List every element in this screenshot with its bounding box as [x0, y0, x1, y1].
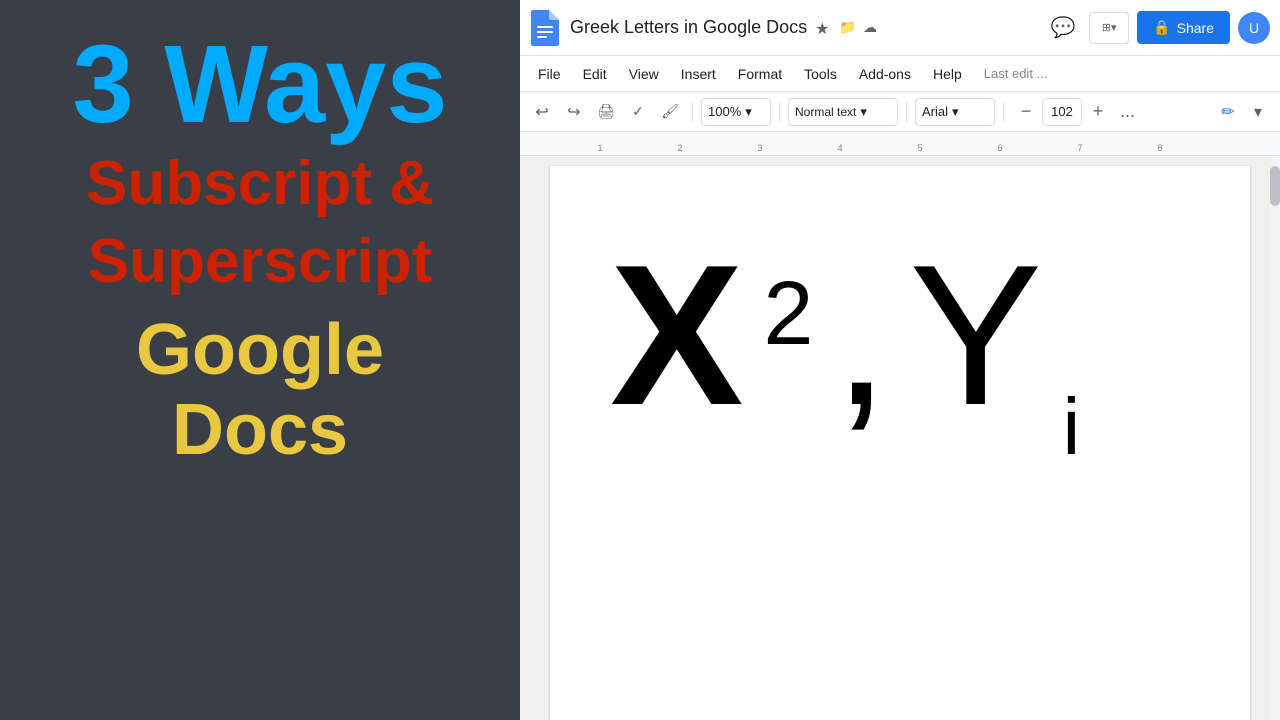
ruler-mark-3: 3 — [757, 143, 762, 153]
avatar[interactable]: U — [1238, 12, 1270, 44]
menu-file[interactable]: File — [528, 62, 571, 86]
redo-btn[interactable]: ↪ — [560, 98, 588, 126]
superscript-label: Superscript — [20, 228, 500, 296]
star-icon[interactable]: ★ — [815, 19, 833, 37]
toolbar-divider-4 — [1003, 102, 1004, 122]
menu-help[interactable]: Help — [923, 62, 972, 86]
toolbar-divider-1 — [692, 102, 693, 122]
font-size-area: − 102 + — [1012, 98, 1112, 126]
menu-format[interactable]: Format — [728, 62, 792, 86]
menu-view[interactable]: View — [619, 62, 669, 86]
doc-title-row: Greek Letters in Google Docs ★ 📁 ☁ — [570, 17, 1035, 38]
big-y-char: Y — [909, 236, 1042, 436]
google-label: Google — [20, 311, 500, 390]
paint-btn[interactable]: 🖌 — [656, 98, 684, 126]
docs-logo — [530, 9, 560, 47]
print-btn[interactable]: 🖨 — [592, 98, 620, 126]
title-bar-right: 💬 ⊞▾ 🔒 Share U — [1045, 10, 1270, 46]
ruler-mark-2: 2 — [677, 143, 682, 153]
ruler-mark-5: 5 — [917, 143, 922, 153]
undo-btn[interactable]: ↩ — [528, 98, 556, 126]
menu-bar: File Edit View Insert Format Tools Add-o… — [520, 56, 1280, 92]
docs-label: Docs — [20, 391, 500, 470]
subscript-label: Subscript & — [20, 150, 500, 218]
zoom-select[interactable]: 100% ▾ — [701, 98, 771, 126]
edit-pencil-btn[interactable]: ✏ — [1214, 98, 1242, 126]
lock-icon: 🔒 — [1153, 19, 1170, 36]
scrollbar-right[interactable] — [1270, 156, 1280, 720]
font-size-value[interactable]: 102 — [1042, 98, 1082, 126]
font-size-decrease-btn[interactable]: − — [1012, 98, 1040, 126]
share-button[interactable]: 🔒 Share — [1137, 11, 1230, 44]
scrollbar-thumb[interactable] — [1270, 166, 1280, 206]
edit-btns: ✏ ▾ — [1214, 98, 1272, 126]
right-panel: Greek Letters in Google Docs ★ 📁 ☁ 💬 ⊞▾ … — [520, 0, 1280, 720]
title-bar: Greek Letters in Google Docs ★ 📁 ☁ 💬 ⊞▾ … — [520, 0, 1280, 56]
ways-title: 3 Ways — [20, 30, 500, 140]
font-chevron: ▾ — [952, 104, 959, 120]
edit-chevron-btn[interactable]: ▾ — [1244, 98, 1272, 126]
title-section: Greek Letters in Google Docs ★ 📁 ☁ — [570, 17, 1035, 38]
zoom-value: 100% — [708, 104, 741, 119]
toolbar: ↩ ↪ 🖨 ✓ 🖌 100% ▾ Normal text ▾ Arial ▾ −… — [520, 92, 1280, 132]
font-select[interactable]: Arial ▾ — [915, 98, 995, 126]
comment-icon-btn[interactable]: 💬 — [1045, 10, 1081, 46]
style-value: Normal text — [795, 105, 856, 119]
left-panel: 3 Ways Subscript & Superscript Google Do… — [0, 0, 520, 720]
superscript-char: 2 — [763, 269, 813, 359]
big-x-char: X — [610, 236, 743, 436]
spellcheck-btn[interactable]: ✓ — [624, 98, 652, 126]
doc-page: X2 , Yi — [550, 166, 1250, 720]
menu-insert[interactable]: Insert — [671, 62, 726, 86]
doc-content: X2 , Yi — [610, 236, 1190, 436]
ruler-mark-6: 6 — [997, 143, 1002, 153]
ruler-mark-8: 8 — [1157, 143, 1162, 153]
doc-title-icons: ★ 📁 ☁ — [815, 19, 881, 37]
ruler-mark-4: 4 — [837, 143, 842, 153]
more-options-btn[interactable]: ... — [1116, 98, 1139, 126]
menu-addons[interactable]: Add-ons — [849, 62, 921, 86]
subscript-char: i — [1062, 387, 1080, 467]
menu-tools[interactable]: Tools — [794, 62, 847, 86]
comment-icon: 💬 — [1051, 15, 1076, 40]
toolbar-divider-3 — [906, 102, 907, 122]
doc-area: X2 , Yi — [520, 156, 1280, 720]
font-value: Arial — [922, 104, 948, 119]
doc-title-text: Greek Letters in Google Docs — [570, 17, 807, 38]
menu-edit[interactable]: Edit — [573, 62, 617, 86]
explore-icon: ⊞▾ — [1102, 21, 1117, 34]
folder-icon[interactable]: 📁 — [839, 19, 857, 37]
ruler-mark-7: 7 — [1077, 143, 1082, 153]
cloud-icon[interactable]: ☁ — [863, 19, 881, 37]
ruler-mark-1: 1 — [597, 143, 602, 153]
font-size-increase-btn[interactable]: + — [1084, 98, 1112, 126]
comma-char: , — [833, 236, 889, 436]
style-select[interactable]: Normal text ▾ — [788, 98, 898, 126]
style-chevron: ▾ — [860, 104, 867, 120]
zoom-chevron: ▾ — [745, 104, 752, 120]
ruler: 1 2 3 4 5 6 7 8 — [520, 132, 1280, 156]
toolbar-divider-2 — [779, 102, 780, 122]
share-label: Share — [1177, 20, 1214, 36]
explore-btn[interactable]: ⊞▾ — [1089, 12, 1129, 44]
last-edit-label: Last edit ... — [974, 62, 1058, 85]
ruler-content: 1 2 3 4 5 6 7 8 — [520, 132, 1280, 155]
